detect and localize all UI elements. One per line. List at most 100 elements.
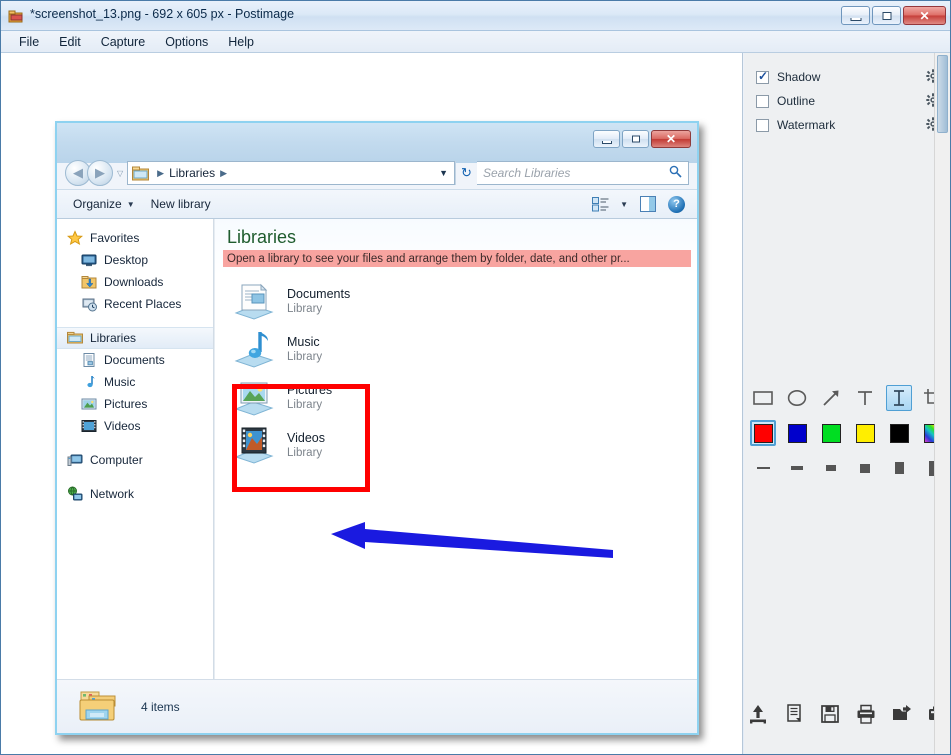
line-width-2[interactable] [784, 455, 810, 481]
ellipse-tool[interactable] [784, 385, 810, 411]
color-swatches-row [744, 420, 951, 446]
color-blue[interactable] [784, 420, 810, 446]
text-tool[interactable] [852, 385, 878, 411]
image-canvas[interactable]: ✕ ◀ ▶ ▽ [1, 53, 743, 755]
postimage-app-icon [8, 8, 24, 24]
line-width-1[interactable] [750, 455, 776, 481]
shadow-checkbox[interactable] [756, 71, 769, 84]
library-item-text: Videos Library [287, 430, 325, 461]
tree-spacer [57, 437, 213, 449]
line-width-row [744, 455, 951, 481]
pictures-library-icon [233, 376, 275, 418]
tree-item-favorites: Favorites [57, 227, 213, 249]
scrollbar-thumb[interactable] [937, 55, 948, 133]
tree-spacer [57, 471, 213, 483]
maximize-button[interactable] [872, 6, 901, 25]
menu-file[interactable]: File [9, 33, 49, 51]
outline-checkbox[interactable] [756, 95, 769, 108]
library-item-videos: Videos Library [227, 421, 697, 469]
library-item-music: Music Library [227, 325, 697, 373]
outline-label: Outline [777, 94, 815, 108]
recent-places-icon [81, 296, 97, 312]
breadcrumb-libraries: Libraries [169, 166, 215, 180]
explorer-minimize-button [593, 130, 620, 148]
organize-button: Organize ▼ [65, 194, 143, 214]
library-sub: Library [287, 447, 325, 461]
tree-label: Documents [104, 353, 165, 367]
preview-pane-icon [640, 196, 656, 212]
color-black[interactable] [886, 420, 912, 446]
libraries-folder-icon [132, 166, 149, 181]
libraries-icon [67, 330, 83, 346]
tree-spacer [57, 315, 213, 327]
menu-help[interactable]: Help [218, 33, 264, 51]
upload-icon[interactable] [747, 703, 769, 725]
line-width-5[interactable] [886, 455, 912, 481]
explorer-close-button: ✕ [651, 130, 691, 148]
breadcrumb-sep-2: ▶ [220, 168, 227, 179]
forward-button: ▶ [87, 160, 113, 186]
library-item-text: Music Library [287, 334, 322, 365]
library-name: Pictures [287, 382, 332, 399]
color-yellow[interactable] [852, 420, 878, 446]
right-sidebar: Shadow Outline Watermark [744, 53, 951, 755]
print-icon[interactable] [855, 703, 877, 725]
menu-capture[interactable]: Capture [91, 33, 155, 51]
line-width-4[interactable] [852, 455, 878, 481]
computer-icon [67, 452, 83, 468]
videos-icon [81, 418, 97, 434]
pictures-icon [81, 396, 97, 412]
new-library-label: New library [151, 197, 211, 211]
tree-label: Music [104, 375, 135, 389]
tree-label: Favorites [90, 231, 139, 245]
tree-label: Libraries [90, 331, 136, 345]
rectangle-tool[interactable] [750, 385, 776, 411]
explorer-search-box: Search Libraries [477, 161, 689, 185]
organize-label: Organize [73, 197, 122, 211]
search-placeholder: Search Libraries [483, 166, 570, 180]
highlight-tool[interactable] [886, 385, 912, 411]
line-width-3[interactable] [818, 455, 844, 481]
item-count-label: 4 items [141, 700, 180, 714]
documents-library-icon [233, 280, 275, 322]
library-name: Music [287, 334, 322, 351]
tree-item-music: Music [57, 371, 213, 393]
library-sub: Library [287, 351, 322, 365]
menu-options[interactable]: Options [155, 33, 218, 51]
close-icon: ✕ [919, 10, 929, 22]
navigation-pane: Favorites Desktop Downloads [57, 219, 214, 679]
library-name: Documents [287, 286, 350, 303]
address-bar: ▶ Libraries ▶ ▼ [127, 161, 455, 185]
tree-item-videos: Videos [57, 415, 213, 437]
menu-edit[interactable]: Edit [49, 33, 91, 51]
arrow-tool[interactable] [818, 385, 844, 411]
library-item-text: Pictures Library [287, 382, 332, 413]
option-row-watermark[interactable]: Watermark [744, 113, 951, 137]
save-icon[interactable] [819, 703, 841, 725]
color-red[interactable] [750, 420, 776, 446]
color-green[interactable] [818, 420, 844, 446]
window-controls: ✕ [841, 6, 946, 25]
explorer-body: Favorites Desktop Downloads [57, 219, 697, 679]
view-mode-chevron-icon: ▼ [620, 200, 628, 209]
document-icon[interactable] [783, 703, 805, 725]
watermark-checkbox[interactable] [756, 119, 769, 132]
minimize-button[interactable] [841, 6, 870, 25]
libraries-list: Documents Library [215, 267, 697, 469]
vertical-scrollbar[interactable] [934, 53, 950, 755]
breadcrumb-sep-1: ▶ [157, 168, 164, 179]
option-row-outline[interactable]: Outline [744, 89, 951, 113]
tree-item-network: Network [57, 483, 213, 505]
forward-icon: ▶ [95, 165, 105, 181]
back-icon: ◀ [73, 165, 83, 181]
new-library-button: New library [143, 194, 219, 214]
option-row-shadow[interactable]: Shadow [744, 65, 951, 89]
tree-label: Recent Places [104, 297, 181, 311]
window-titlebar: *screenshot_13.png - 692 x 605 px - Post… [1, 1, 951, 31]
explorer-content-pane: Libraries Open a library to see your fil… [214, 219, 697, 679]
help-icon: ? [668, 196, 685, 213]
close-button[interactable]: ✕ [903, 6, 946, 25]
tree-item-desktop: Desktop [57, 249, 213, 271]
open-folder-icon[interactable] [891, 703, 913, 725]
explorer-toolbar-right: ▼ ? [592, 196, 689, 213]
